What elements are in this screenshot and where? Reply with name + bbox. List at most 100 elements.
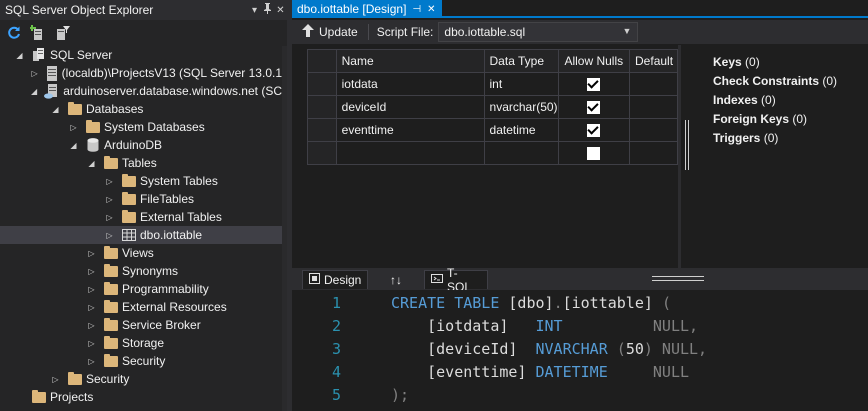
update-button[interactable]: Update <box>302 24 358 40</box>
tab-close-icon[interactable]: ✕ <box>427 4 435 15</box>
tree-node[interactable]: Projects <box>0 388 282 406</box>
tree-node[interactable]: ◢ arduinoserver.database.windows.net (SC <box>0 82 282 100</box>
tree-node[interactable]: ▷ Views <box>0 244 282 262</box>
tree-node-label: Tables <box>122 156 157 170</box>
indexes-entry[interactable]: Indexes (0) <box>713 93 776 107</box>
folder-icon <box>85 119 101 135</box>
data-type-cell[interactable] <box>483 141 559 165</box>
tree-node[interactable]: ▷ External Resources <box>0 298 282 316</box>
document-tab[interactable]: dbo.iottable [Design] ⊣ ✕ <box>292 0 442 18</box>
row-selector[interactable] <box>307 72 337 96</box>
tab-pin-icon[interactable]: ⊣ <box>412 4 421 15</box>
collapsed-arrow-icon[interactable]: ▷ <box>30 64 39 82</box>
collapsed-arrow-icon[interactable]: ▷ <box>104 226 115 244</box>
tree-node[interactable]: ▷ Service Broker <box>0 316 282 334</box>
tree-node[interactable]: ▷ dbo.iottable <box>0 226 282 244</box>
tree-node[interactable]: ▷ Security <box>0 352 282 370</box>
close-icon[interactable]: ✕ <box>274 5 287 16</box>
keys-entry[interactable]: Keys (0) <box>713 55 760 69</box>
expanded-arrow-icon[interactable]: ◢ <box>86 154 97 172</box>
tree-node[interactable]: ▷ System Databases <box>0 118 282 136</box>
table-row[interactable]: deviceId nvarchar(50) <box>307 95 678 119</box>
tree-node[interactable]: ▷ Programmability <box>0 280 282 298</box>
collapsed-arrow-icon[interactable]: ▷ <box>86 262 97 280</box>
collapsed-arrow-icon[interactable]: ▷ <box>86 352 97 370</box>
tree-node[interactable]: ◢ Databases <box>0 100 282 118</box>
allow-nulls-checkbox[interactable] <box>587 124 601 138</box>
column-name-cell[interactable]: iotdata <box>335 72 485 96</box>
tree-node[interactable]: ▷ Storage <box>0 334 282 352</box>
collapsed-arrow-icon[interactable]: ▷ <box>86 334 97 352</box>
column-name-cell[interactable] <box>335 141 485 165</box>
code-token: [eventtime] <box>391 362 536 381</box>
row-selector[interactable] <box>307 118 337 142</box>
collapsed-arrow-icon[interactable]: ▷ <box>104 172 115 190</box>
filter-server-icon[interactable] <box>54 25 70 41</box>
row-selector[interactable] <box>307 95 337 119</box>
default-cell[interactable] <box>629 118 678 142</box>
collapsed-arrow-icon[interactable]: ▷ <box>104 190 115 208</box>
tree-node[interactable]: ▷ System Tables <box>0 172 282 190</box>
collapsed-arrow-icon[interactable]: ▷ <box>50 370 61 388</box>
window-position-dropdown-icon[interactable]: ▾ <box>248 5 261 16</box>
tree-node[interactable]: ▷ FileTables <box>0 190 282 208</box>
tree-node[interactable]: ▷ External Tables <box>0 208 282 226</box>
object-explorer-toolbar <box>0 20 287 45</box>
allow-nulls-checkbox[interactable] <box>587 78 601 92</box>
row-selector[interactable] <box>307 141 337 165</box>
tab-tsql[interactable]: T-SQL <box>424 266 488 294</box>
code-line[interactable]: [iotdata] INT NULL, <box>391 314 698 337</box>
collapsed-arrow-icon[interactable]: ▷ <box>104 208 115 226</box>
swap-panes-button[interactable]: ↑↓ <box>384 270 408 289</box>
code-line[interactable]: ); <box>391 383 409 406</box>
foreign-keys-entry[interactable]: Foreign Keys (0) <box>713 112 807 126</box>
update-arrow-icon <box>302 24 314 40</box>
pin-icon[interactable] <box>261 3 274 17</box>
header-default[interactable]: Default <box>629 49 678 73</box>
collapsed-arrow-icon[interactable]: ▷ <box>86 316 97 334</box>
collapsed-arrow-icon[interactable]: ▷ <box>86 280 97 298</box>
data-type-cell[interactable]: nvarchar(50) <box>483 95 559 119</box>
table-row[interactable] <box>307 141 678 165</box>
table-row[interactable]: iotdata int <box>307 72 678 96</box>
tree-node[interactable]: ◢ ArduinoDB <box>0 136 282 154</box>
code-line[interactable]: CREATE TABLE [dbo]. [iottable] ( <box>391 291 671 314</box>
collapsed-arrow-icon[interactable]: ▷ <box>68 118 79 136</box>
add-server-icon[interactable] <box>30 24 46 41</box>
allow-nulls-checkbox[interactable] <box>587 101 601 115</box>
collapsed-arrow-icon[interactable]: ▷ <box>86 244 97 262</box>
chevron-down-icon[interactable]: ▼ <box>622 26 631 36</box>
code-line[interactable]: [eventtime] DATETIME NULL <box>391 360 689 383</box>
tree-node[interactable]: ◢ Tables <box>0 154 282 172</box>
tree-node[interactable]: ▷ Security <box>0 370 282 388</box>
expanded-arrow-icon[interactable]: ◢ <box>68 136 79 154</box>
data-type-cell[interactable]: int <box>483 72 559 96</box>
code-line[interactable]: [deviceId] NVARCHAR (50) NULL, <box>391 337 707 360</box>
default-cell[interactable] <box>629 95 678 119</box>
column-name-cell[interactable]: deviceId <box>335 95 485 119</box>
header-data-type[interactable]: Data Type <box>483 49 559 73</box>
expanded-arrow-icon[interactable]: ◢ <box>14 46 25 64</box>
collapsed-arrow-icon[interactable]: ▷ <box>86 298 97 316</box>
default-cell[interactable] <box>629 72 678 96</box>
refresh-icon[interactable] <box>6 25 22 41</box>
data-type-cell[interactable]: datetime <box>483 118 559 142</box>
tab-design[interactable]: Design <box>302 270 369 289</box>
table-row[interactable]: eventtime datetime <box>307 118 678 142</box>
default-cell[interactable] <box>629 141 678 165</box>
column-name-cell[interactable]: eventtime <box>335 118 485 142</box>
tree-node[interactable]: ▷ Synonyms <box>0 262 282 280</box>
check-constraints-entry[interactable]: Check Constraints (0) <box>713 74 837 88</box>
triggers-entry[interactable]: Triggers (0) <box>713 131 778 145</box>
script-file-dropdown[interactable]: dbo.iottable.sql ▼ <box>438 22 639 42</box>
allow-nulls-checkbox[interactable] <box>587 147 601 161</box>
tree-node[interactable]: ▷ (localdb)\ProjectsV13 (SQL Server 13.0.… <box>0 64 282 82</box>
pane-resize-grip[interactable] <box>652 276 704 281</box>
expanded-arrow-icon[interactable]: ◢ <box>50 100 61 118</box>
header-name[interactable]: Name <box>335 49 485 73</box>
properties-splitter-grip[interactable] <box>685 120 689 170</box>
header-allow-nulls[interactable]: Allow Nulls <box>557 49 631 73</box>
expanded-arrow-icon[interactable]: ◢ <box>30 82 38 100</box>
tree-node[interactable]: ◢ SQL Server <box>0 46 282 64</box>
tsql-editor[interactable]: 1 CREATE TABLE [dbo]. [iottable] (2 [iotda… <box>292 290 868 411</box>
